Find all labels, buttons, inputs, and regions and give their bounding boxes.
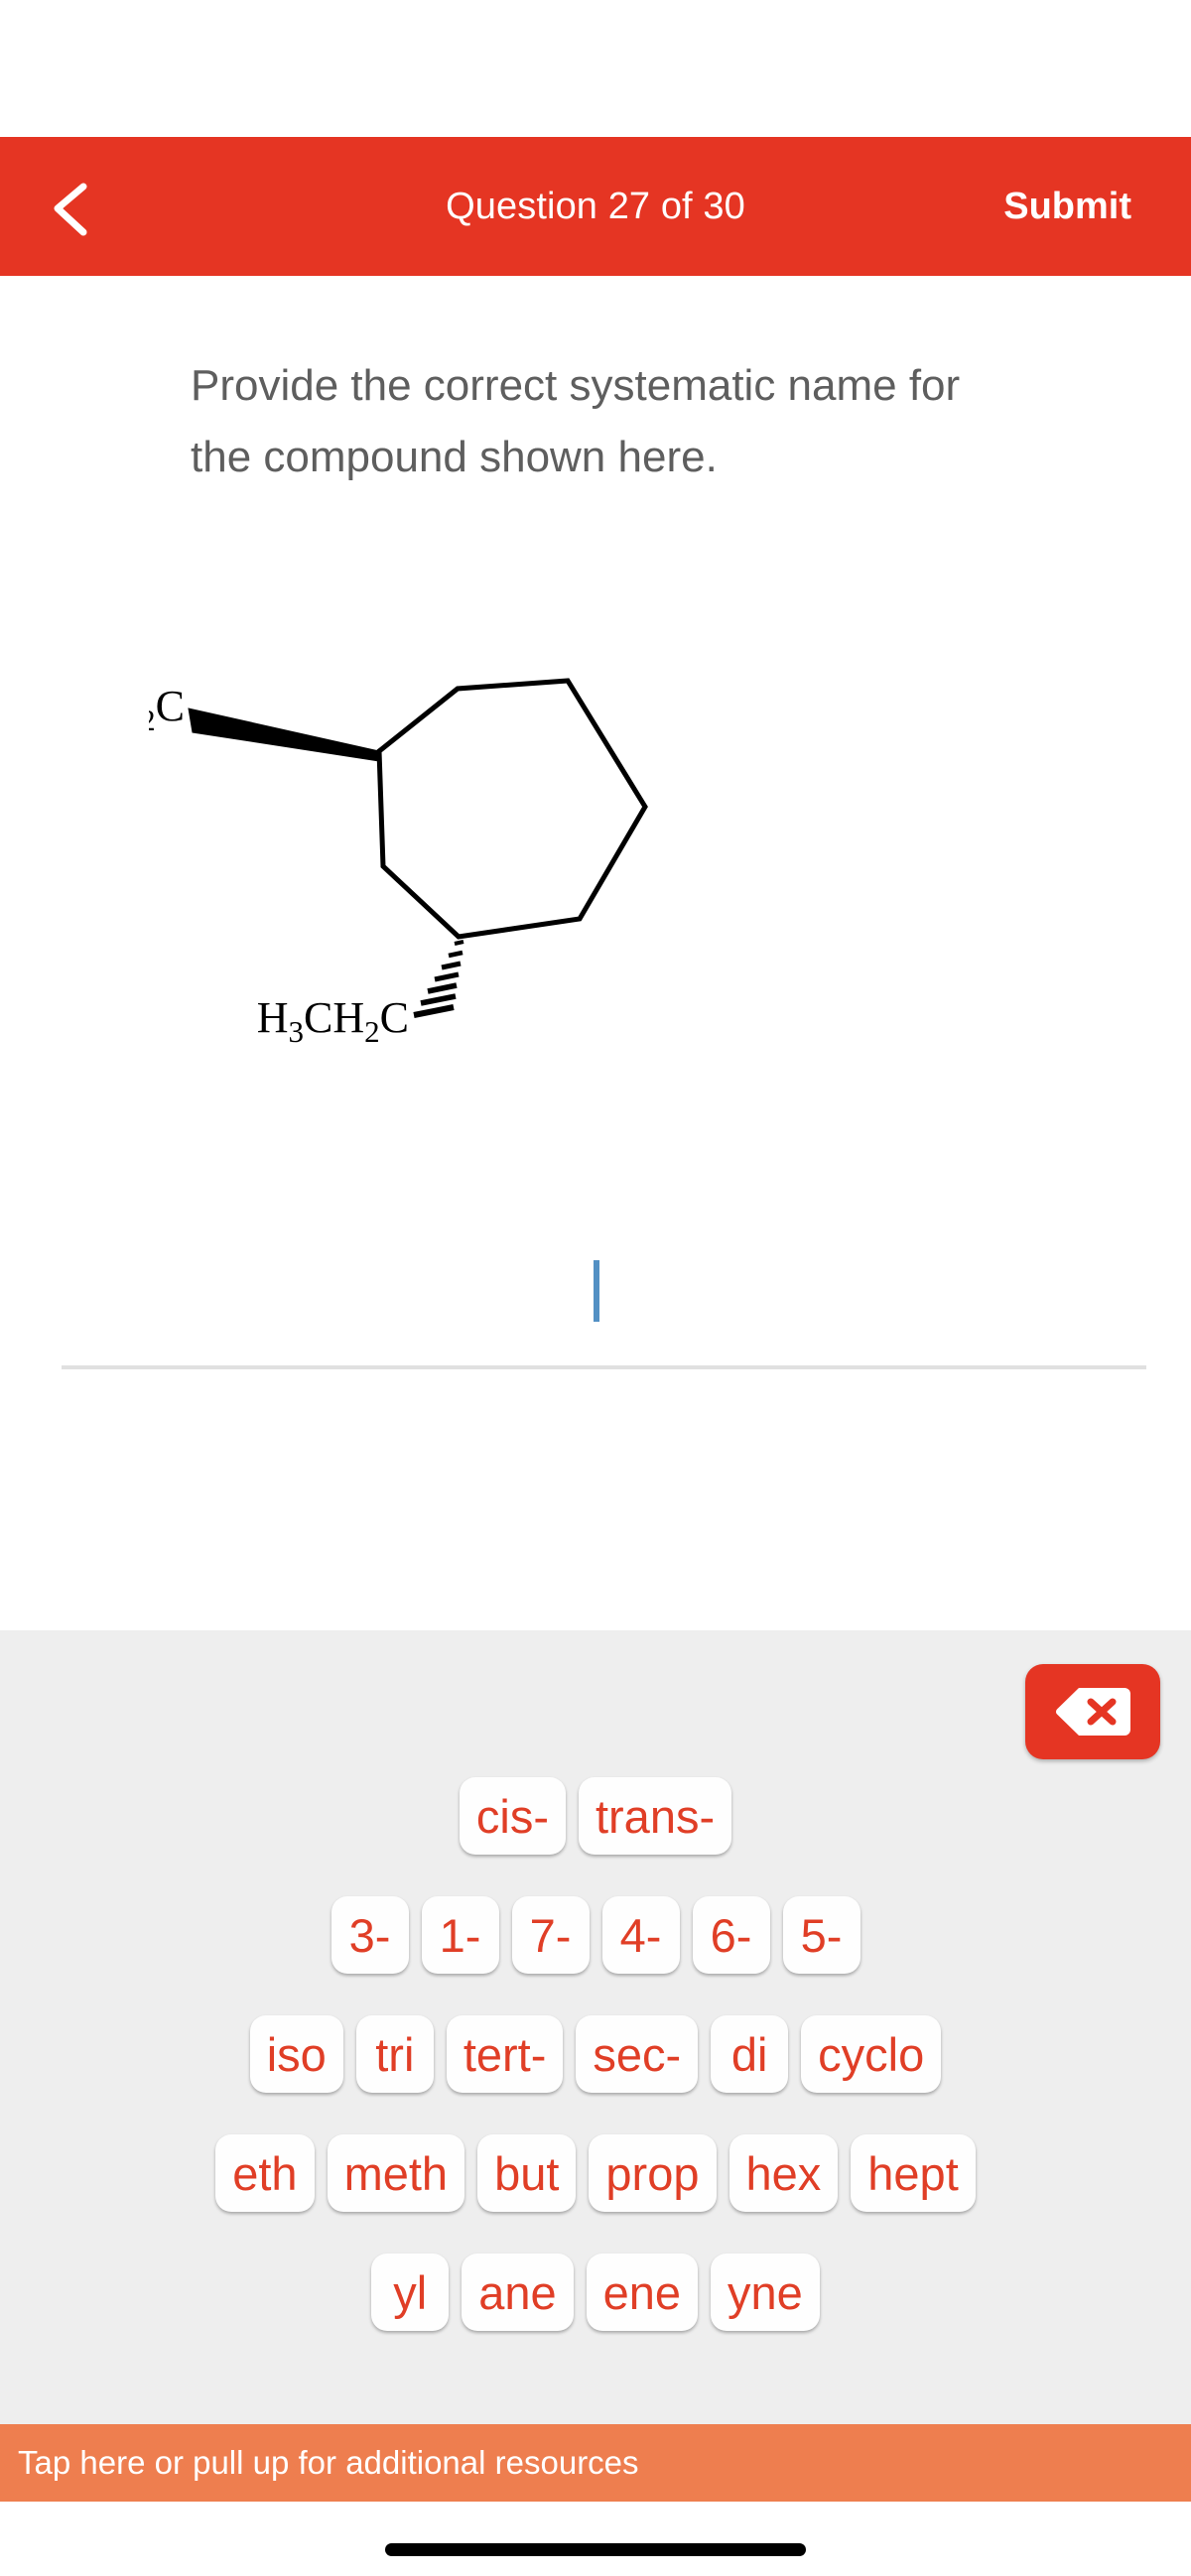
keyboard-toolbar bbox=[0, 1664, 1191, 1759]
key-4[interactable]: 4- bbox=[601, 1896, 680, 1974]
keyboard-rows: cis- trans- 3- 1- 7- 4- 6- 5- iso tri te… bbox=[0, 1777, 1191, 2373]
question-prompt: Provide the correct systematic name for … bbox=[191, 361, 961, 481]
key-tert[interactable]: tert- bbox=[446, 2015, 564, 2093]
additional-resources-bar[interactable]: Tap here or pull up for additional resou… bbox=[0, 2424, 1191, 2502]
keyboard-row-0: cis- trans- bbox=[0, 1777, 1191, 1896]
key-tri[interactable]: tri bbox=[355, 2015, 434, 2093]
key-yne[interactable]: yne bbox=[711, 2254, 820, 2331]
key-3[interactable]: 3- bbox=[331, 1896, 409, 1974]
key-iso[interactable]: iso bbox=[249, 2015, 343, 2093]
key-but[interactable]: but bbox=[477, 2134, 577, 2212]
nav-bar: Question 27 of 30 Submit bbox=[0, 137, 1191, 276]
top-substituent-label: H3CH2CH2C bbox=[149, 682, 185, 737]
molecule-structure: H3CH2CH2C H3CH2C bbox=[149, 663, 943, 1090]
additional-resources-label: Tap here or pull up for additional resou… bbox=[18, 2444, 639, 2481]
key-7[interactable]: 7- bbox=[511, 1896, 590, 1974]
bottom-substituent-label: H3CH2C bbox=[257, 993, 409, 1049]
key-prop[interactable]: prop bbox=[589, 2134, 717, 2212]
key-sec[interactable]: sec- bbox=[576, 2015, 699, 2093]
key-cyclo[interactable]: cyclo bbox=[801, 2015, 942, 2093]
key-yl[interactable]: yl bbox=[371, 2254, 450, 2331]
home-indicator-area bbox=[0, 2502, 1191, 2576]
keyboard-row-3: eth meth but prop hex hept bbox=[0, 2134, 1191, 2254]
answer-input[interactable] bbox=[0, 1248, 1191, 1377]
keyboard-row-1: 3- 1- 7- 4- 6- 5- bbox=[0, 1896, 1191, 2015]
key-trans[interactable]: trans- bbox=[578, 1777, 732, 1855]
key-hept[interactable]: hept bbox=[851, 2134, 976, 2212]
keyboard-row-4: yl ane ene yne bbox=[0, 2254, 1191, 2373]
key-ene[interactable]: ene bbox=[586, 2254, 699, 2331]
key-meth[interactable]: meth bbox=[327, 2134, 465, 2212]
backspace-icon bbox=[1055, 1684, 1130, 1739]
key-hex[interactable]: hex bbox=[728, 2134, 839, 2212]
key-di[interactable]: di bbox=[711, 2015, 789, 2093]
key-ane[interactable]: ane bbox=[462, 2254, 574, 2331]
custom-keyboard: cis- trans- 3- 1- 7- 4- 6- 5- iso tri te… bbox=[0, 1630, 1191, 2424]
status-bar bbox=[0, 0, 1191, 137]
keyboard-row-2: iso tri tert- sec- di cyclo bbox=[0, 2015, 1191, 2134]
answer-field-divider bbox=[62, 1365, 1146, 1369]
key-6[interactable]: 6- bbox=[692, 1896, 770, 1974]
key-5[interactable]: 5- bbox=[782, 1896, 860, 1974]
key-cis[interactable]: cis- bbox=[459, 1777, 566, 1855]
question-area: Provide the correct systematic name for … bbox=[0, 276, 1191, 1630]
key-1[interactable]: 1- bbox=[421, 1896, 499, 1974]
submit-button[interactable]: Submit bbox=[1003, 137, 1131, 276]
text-caret bbox=[594, 1260, 599, 1322]
delete-key[interactable] bbox=[1025, 1664, 1160, 1759]
key-eth[interactable]: eth bbox=[215, 2134, 315, 2212]
home-indicator[interactable] bbox=[385, 2543, 806, 2556]
